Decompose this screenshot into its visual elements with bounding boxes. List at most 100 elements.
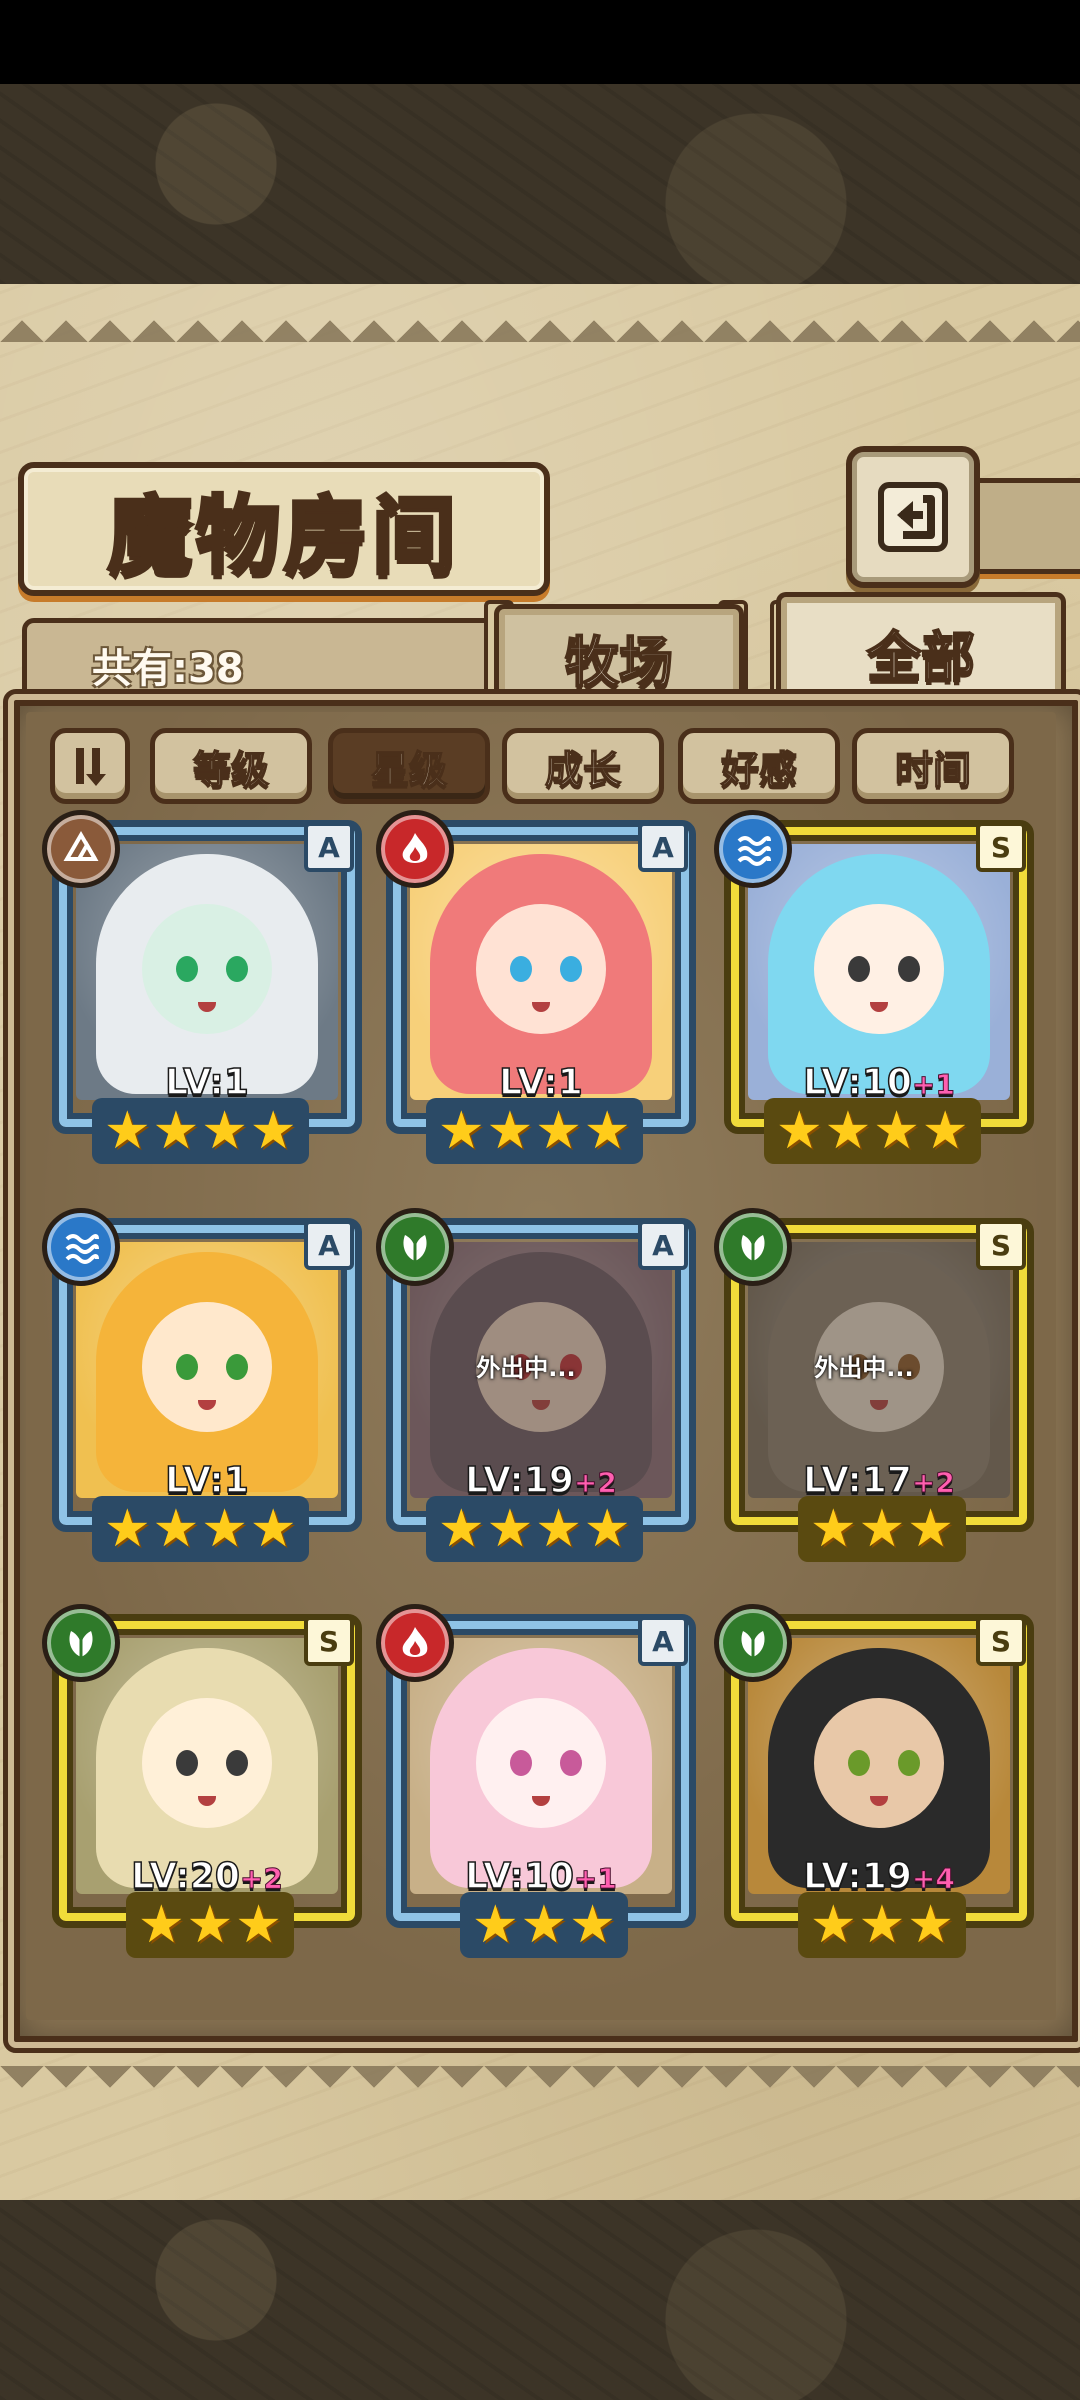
star-rating: ★ ★ ★ bbox=[798, 1496, 966, 1562]
map-background-top bbox=[0, 84, 1080, 284]
monster-card[interactable]: 外出中... S LV:17+2 ★ ★ ★ bbox=[714, 1208, 1034, 1578]
star-icon: ★ bbox=[520, 1895, 568, 1955]
level-bonus: +1 bbox=[911, 1068, 955, 1102]
wood-element-icon bbox=[714, 1208, 792, 1286]
level-bonus: +2 bbox=[573, 1466, 617, 1500]
back-button[interactable] bbox=[846, 446, 980, 588]
torn-edge-bottom bbox=[0, 2066, 1080, 2110]
monster-card[interactable]: S LV:20+2 ★ ★ ★ bbox=[42, 1604, 362, 1974]
level-value: LV:20 bbox=[130, 1855, 240, 1898]
star-icon: ★ bbox=[201, 1101, 248, 1161]
level-value: LV:1 bbox=[164, 1459, 249, 1502]
rank-badge: S bbox=[976, 1220, 1026, 1270]
level-value: LV:19 bbox=[802, 1855, 912, 1898]
monster-level: LV:20+2 bbox=[52, 1855, 362, 1898]
star-icon: ★ bbox=[583, 1499, 631, 1559]
star-icon: ★ bbox=[438, 1101, 485, 1161]
tab-ranch[interactable]: 牧场 bbox=[494, 604, 744, 705]
rank-badge: A bbox=[304, 822, 354, 872]
star-icon: ★ bbox=[810, 1499, 857, 1559]
status-bar bbox=[0, 0, 1080, 84]
star-rating: ★ ★ ★ ★ bbox=[92, 1098, 309, 1164]
sort-growth-button[interactable]: 成长 bbox=[502, 728, 664, 804]
wood-element-icon bbox=[714, 1604, 792, 1682]
star-icon: ★ bbox=[104, 1499, 151, 1559]
rank-badge: S bbox=[976, 1616, 1026, 1666]
level-bonus: +4 bbox=[911, 1862, 955, 1896]
rank-badge: A bbox=[638, 1220, 688, 1270]
monster-level: LV:17+2 bbox=[724, 1459, 1034, 1502]
monster-card[interactable]: A LV:10+1 ★ ★ ★ bbox=[376, 1604, 696, 1974]
rank-badge: A bbox=[638, 1616, 688, 1666]
star-icon: ★ bbox=[486, 1499, 534, 1559]
sort-time-button[interactable]: 时间 bbox=[852, 728, 1014, 804]
title-plate: 魔物房间 bbox=[18, 462, 550, 596]
monster-level: LV:10+1 bbox=[724, 1061, 1034, 1104]
level-value: LV:17 bbox=[802, 1459, 912, 1502]
away-status: 外出中... bbox=[814, 1354, 914, 1382]
star-icon: ★ bbox=[535, 1499, 582, 1559]
level-value: LV:10 bbox=[464, 1855, 574, 1898]
star-icon: ★ bbox=[152, 1101, 200, 1161]
monster-card[interactable]: A LV:1 ★ ★ ★ ★ bbox=[42, 1208, 362, 1578]
level-value: LV:19 bbox=[464, 1459, 574, 1502]
star-icon: ★ bbox=[249, 1101, 297, 1161]
monster-card[interactable]: 外出中... A LV:19+2 ★ ★ ★ ★ bbox=[376, 1208, 696, 1578]
star-rating: ★ ★ ★ ★ bbox=[426, 1496, 643, 1562]
rank-badge: S bbox=[304, 1616, 354, 1666]
monster-card[interactable]: S LV:10+1 ★ ★ ★ ★ bbox=[714, 810, 1034, 1180]
level-value: LV:10 bbox=[802, 1061, 912, 1104]
star-icon: ★ bbox=[201, 1499, 248, 1559]
page-title: 魔物房间 bbox=[106, 484, 460, 587]
star-icon: ★ bbox=[921, 1101, 969, 1161]
torn-edge-top bbox=[0, 298, 1080, 342]
star-icon: ★ bbox=[776, 1101, 823, 1161]
sort-level-button[interactable]: 等级 bbox=[150, 728, 312, 804]
water-element-icon bbox=[42, 1208, 120, 1286]
star-icon: ★ bbox=[138, 1895, 185, 1955]
star-rating: ★ ★ ★ bbox=[460, 1892, 628, 1958]
fire-element-icon bbox=[376, 810, 454, 888]
wood-element-icon bbox=[42, 1604, 120, 1682]
rank-badge: A bbox=[304, 1220, 354, 1270]
star-rating: ★ ★ ★ ★ bbox=[764, 1098, 981, 1164]
monster-card[interactable]: A LV:1 ★ ★ ★ ★ bbox=[42, 810, 362, 1180]
star-icon: ★ bbox=[235, 1895, 282, 1955]
star-icon: ★ bbox=[472, 1895, 519, 1955]
map-background-bottom bbox=[0, 2200, 1080, 2400]
star-icon: ★ bbox=[569, 1895, 616, 1955]
star-icon: ★ bbox=[907, 1895, 954, 1955]
rank-badge: A bbox=[638, 822, 688, 872]
monster-card[interactable]: S LV:19+4 ★ ★ ★ bbox=[714, 1604, 1034, 1974]
monster-level: LV:10+1 bbox=[386, 1855, 696, 1898]
star-icon: ★ bbox=[873, 1101, 920, 1161]
sort-stars-button[interactable]: 星级 bbox=[328, 728, 490, 804]
rank-badge: S bbox=[976, 822, 1026, 872]
level-bonus: +2 bbox=[239, 1862, 283, 1896]
sort-order-toggle[interactable] bbox=[50, 728, 130, 804]
tab-all[interactable]: 全部 bbox=[776, 592, 1066, 707]
total-count: 共有:38 bbox=[92, 646, 244, 692]
fire-element-icon bbox=[376, 1604, 454, 1682]
star-icon: ★ bbox=[824, 1101, 872, 1161]
star-icon: ★ bbox=[438, 1499, 485, 1559]
monster-card[interactable]: A LV:1 ★ ★ ★ ★ bbox=[376, 810, 696, 1180]
monster-level: LV:1 bbox=[52, 1061, 362, 1104]
monster-level: LV:1 bbox=[52, 1459, 362, 1502]
level-value: LV:1 bbox=[498, 1061, 583, 1104]
monster-level: LV:19+4 bbox=[724, 1855, 1034, 1898]
star-rating: ★ ★ ★ bbox=[126, 1892, 294, 1958]
star-rating: ★ ★ ★ bbox=[798, 1892, 966, 1958]
monster-level: LV:1 bbox=[386, 1061, 696, 1104]
level-bonus: +2 bbox=[911, 1466, 955, 1500]
star-icon: ★ bbox=[858, 1499, 906, 1559]
sort-affection-button[interactable]: 好感 bbox=[678, 728, 840, 804]
star-icon: ★ bbox=[152, 1499, 200, 1559]
star-icon: ★ bbox=[858, 1895, 906, 1955]
wood-element-icon bbox=[376, 1208, 454, 1286]
sort-order-icon bbox=[76, 748, 106, 786]
earth-element-icon bbox=[42, 810, 120, 888]
star-icon: ★ bbox=[249, 1499, 297, 1559]
back-arrow-icon bbox=[878, 482, 948, 552]
star-icon: ★ bbox=[486, 1101, 534, 1161]
